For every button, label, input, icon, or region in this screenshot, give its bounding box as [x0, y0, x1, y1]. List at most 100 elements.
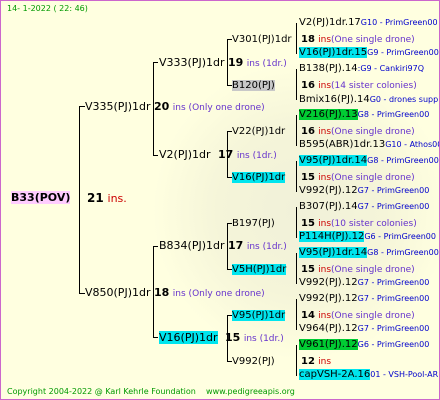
node-source: :G9 - Cankiri97Q — [357, 64, 424, 73]
node-name: V2(PJ)1dr.17 — [299, 17, 361, 28]
node-count: 15 — [301, 218, 315, 229]
node-note: ins — [318, 311, 332, 321]
node-name: V95(PJ)1dr — [232, 310, 286, 321]
node-name: V95(PJ)1dr.14 — [299, 155, 368, 166]
pedigree-frame: 14- 1-2022 ( 22: 46) B33(POV) 21 ins. V3… — [0, 0, 440, 400]
node-note: ins — [318, 219, 332, 229]
g3-stats: 14 ins(One single drone) — [301, 310, 415, 322]
node-sub: (10 sister colonies) — [331, 219, 417, 229]
footer-link[interactable]: www.pedigreeapis.org — [206, 387, 295, 396]
root-node[interactable]: B33(POV) — [11, 191, 71, 204]
node-count: 16 — [301, 80, 315, 91]
g3-connector — [296, 115, 297, 146]
node-note: ins — [318, 35, 332, 45]
g4-node[interactable]: V992(PJ).12G7 - PrimGreen00 — [299, 185, 429, 197]
g4-node[interactable]: V964(PJ).12G7 - PrimGreen00 — [299, 323, 429, 335]
g3-node[interactable]: V992(PJ) — [232, 356, 275, 368]
g4-node[interactable]: Bmix16(PJ).14G0 - drones supp — [299, 94, 438, 106]
node-name: V850(PJ)1dr — [85, 286, 151, 299]
g4-node[interactable]: P114H(PJ).12G6 - PrimGreen00 — [299, 231, 436, 243]
g4-node[interactable]: B307(PJ).14G7 - PrimGreen00 — [299, 201, 429, 213]
node-note: ins — [318, 357, 332, 367]
node-count: 17 — [228, 239, 244, 252]
g4-node[interactable]: V2(PJ)1dr.17G10 - PrimGreen00 — [299, 17, 438, 29]
node-note: ins — [318, 127, 332, 137]
g4-node[interactable]: V16(PJ)1dr.15G9 - PrimGreen00 — [299, 47, 439, 59]
sire-node[interactable]: V335(PJ)1dr 20 ins (Only one drone) — [85, 101, 265, 114]
node-name: P114H(PJ).12 — [299, 231, 365, 242]
g2-node[interactable]: V16(PJ)1dr 15 ins (1dr.) — [159, 331, 284, 345]
node-count: 15 — [301, 264, 315, 275]
node-count: 18 — [153, 286, 170, 299]
g4-node[interactable]: V992(PJ).12G7 - PrimGreen00 — [299, 293, 429, 305]
node-source: G7 - PrimGreen00 — [357, 186, 430, 195]
g2-connector — [227, 39, 228, 85]
node-source: G10 - PrimGreen00 — [360, 18, 438, 27]
node-note: ins (1dr.) — [236, 151, 277, 161]
g2-connector — [227, 315, 228, 361]
node-source: 01 - VSH-Pool-AR — [370, 370, 439, 379]
node-source: G7 - PrimGreen00 — [357, 278, 430, 287]
node-name: B595(ABR)1dr.13 — [299, 139, 386, 150]
g3-connector — [296, 69, 297, 100]
g4-node[interactable]: V95(PJ)1dr.14G8 - PrimGreen00 — [299, 247, 439, 259]
g4-node[interactable]: V216(PJ).13G8 - PrimGreen00 — [299, 109, 429, 121]
g3-node[interactable]: V95(PJ)1dr — [232, 310, 286, 322]
node-note: ins (1dr.) — [246, 242, 287, 252]
node-name: V301(PJ)1dr — [232, 34, 292, 45]
g4-node[interactable]: V961(PJ).12G6 - PrimGreen00 — [299, 339, 429, 351]
node-name: Bmix16(PJ).14 — [299, 94, 370, 105]
copyright-text: Copyright 2004-2022 @ Karl Kehrle Founda… — [7, 387, 196, 396]
root-connector — [79, 106, 80, 294]
node-name: V95(PJ)1dr.14 — [299, 247, 368, 258]
g3-node[interactable]: V16(PJ)1dr — [232, 172, 286, 184]
g3-node[interactable]: B120(PJ) — [232, 80, 275, 92]
root-stats: 21 ins. — [87, 192, 127, 205]
g3-node[interactable]: B197(PJ) — [232, 218, 275, 230]
node-name: V964(PJ).12 — [299, 323, 358, 334]
node-name: capVSH-2A.16 — [299, 369, 371, 380]
node-note: ins (1dr.) — [246, 59, 287, 69]
g4-node[interactable]: B595(ABR)1dr.13G10 - Athos00R — [299, 139, 439, 151]
node-name: V333(PJ)1dr — [159, 56, 225, 69]
node-sub: (One single drone) — [331, 311, 415, 321]
g2-node[interactable]: V2(PJ)1dr 17 ins (1dr.) — [159, 149, 277, 162]
g2-connector — [227, 223, 228, 269]
g3-node[interactable]: V301(PJ)1dr — [232, 34, 292, 46]
g3-stats: 15 ins(One single drone) — [301, 172, 415, 184]
g3-connector — [296, 23, 297, 54]
node-note: ins (Only one drone) — [172, 103, 265, 113]
node-name: V22(PJ)1dr — [232, 126, 286, 137]
g3-node[interactable]: V22(PJ)1dr — [232, 126, 285, 138]
node-source: G6 - PrimGreen00 — [357, 340, 430, 349]
node-name: B120(PJ) — [232, 80, 275, 91]
node-name: B138(PJ).14 — [299, 63, 358, 74]
node-count: 14 — [301, 310, 315, 321]
node-note: ins — [318, 81, 332, 91]
node-name: V16(PJ)1dr — [232, 172, 286, 183]
g3-stats: 16 ins(One single drone) — [301, 126, 415, 138]
node-count: 16 — [301, 126, 315, 137]
node-sub: (One single drone) — [331, 173, 415, 183]
node-note: ins — [318, 173, 332, 183]
node-sub: (One single drone) — [331, 35, 415, 45]
g4-node[interactable]: capVSH-2A.1601 - VSH-Pool-AR — [299, 369, 438, 381]
node-count: 20 — [153, 100, 170, 113]
g3-stats: 15 ins(10 sister colonies) — [301, 218, 417, 230]
node-sub: (One single drone) — [331, 265, 415, 275]
node-name: V992(PJ) — [232, 356, 275, 367]
connector-line — [153, 337, 158, 338]
g3-connector — [296, 299, 297, 330]
g2-node[interactable]: B834(PJ)1dr 17 ins (1dr.) — [159, 240, 287, 253]
g4-node[interactable]: V95(PJ)1dr.14G8 - PrimGreen00 — [299, 155, 439, 167]
node-name: B834(PJ)1dr — [159, 239, 225, 252]
node-count: 18 — [301, 34, 315, 45]
g3-node[interactable]: V5H(PJ)1dr — [232, 264, 287, 276]
node-source: G8 - PrimGreen00 — [357, 110, 430, 119]
g4-node[interactable]: V992(PJ).12G7 - PrimGreen00 — [299, 277, 429, 289]
g3-stats: 18 ins(One single drone) — [301, 34, 415, 46]
node-name: V335(PJ)1dr — [85, 100, 151, 113]
g4-node[interactable]: B138(PJ).14:G9 - Cankiri97Q — [299, 63, 424, 75]
dam-node[interactable]: V850(PJ)1dr 18 ins (Only one drone) — [85, 287, 265, 300]
g2-node[interactable]: V333(PJ)1dr 19 ins (1dr.) — [159, 57, 287, 70]
